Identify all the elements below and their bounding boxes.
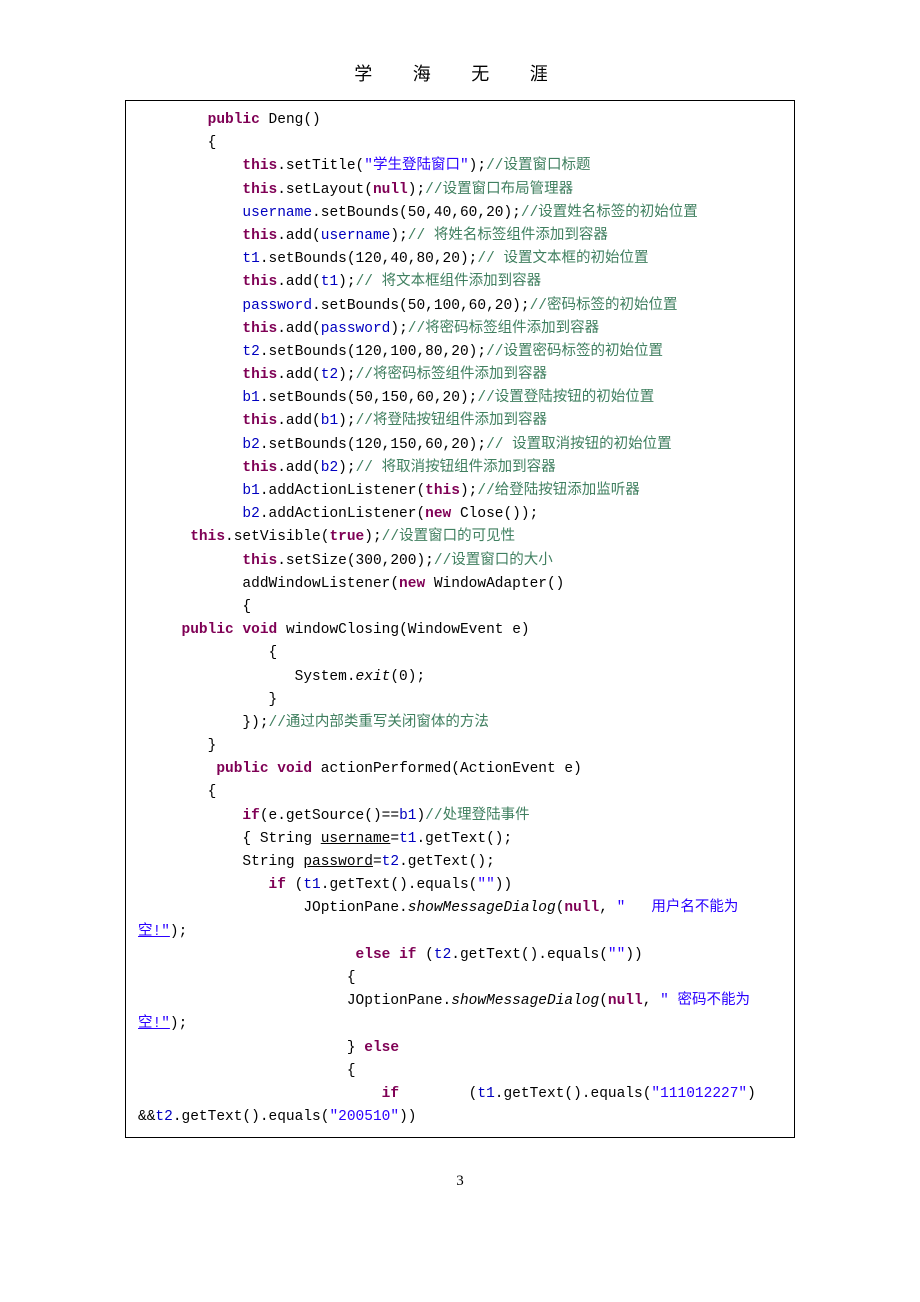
code-line: } bbox=[138, 692, 277, 708]
code-line: this.add(t2);//将密码标签组件添加到容器 bbox=[138, 367, 547, 383]
code-line: { bbox=[138, 1063, 356, 1079]
code-line: { bbox=[138, 599, 251, 615]
code-line: password.setBounds(50,100,60,20);//密码标签的… bbox=[138, 298, 678, 314]
code-line: b2.setBounds(120,150,60,20);// 设置取消按钮的初始… bbox=[138, 437, 672, 453]
code-line: });//通过内部类重写关闭窗体的方法 bbox=[138, 715, 489, 731]
code-line: this.add(password);//将密码标签组件添加到容器 bbox=[138, 321, 599, 337]
code-line: b2.addActionListener(new Close()); bbox=[138, 506, 538, 522]
code-line: addWindowListener(new WindowAdapter() bbox=[138, 576, 564, 592]
code-line: if (t1.getText().equals("")) bbox=[138, 877, 512, 893]
code-line: this.setVisible(true);//设置窗口的可见性 bbox=[138, 529, 515, 545]
code-line: this.setTitle("学生登陆窗口");//设置窗口标题 bbox=[138, 158, 590, 174]
page-header: 学 海 无 涯 bbox=[0, 60, 920, 86]
code-line: String password=t2.getText(); bbox=[138, 854, 495, 870]
code-line: } else bbox=[138, 1040, 399, 1056]
code-line: public Deng() bbox=[138, 112, 321, 128]
code-line: JOptionPane.showMessageDialog(null, " 用户… bbox=[138, 900, 738, 939]
code-line: this.add(username);// 将姓名标签组件添加到容器 bbox=[138, 228, 608, 244]
code-line: this.add(b2);// 将取消按钮组件添加到容器 bbox=[138, 460, 556, 476]
code-line: b1.setBounds(50,150,60,20);//设置登陆按钮的初始位置 bbox=[138, 390, 654, 406]
code-line: System.exit(0); bbox=[138, 669, 425, 685]
code-line: username.setBounds(50,40,60,20);//设置姓名标签… bbox=[138, 205, 698, 221]
code-line: public void windowClosing(WindowEvent e) bbox=[138, 622, 530, 638]
code-line: { bbox=[138, 645, 277, 661]
code-line: public void actionPerformed(ActionEvent … bbox=[138, 761, 582, 777]
code-line: if (t1.getText().equals("111012227") &&t… bbox=[138, 1086, 756, 1125]
code-line: t1.setBounds(120,40,80,20);// 设置文本框的初始位置 bbox=[138, 251, 648, 267]
code-line: else if (t2.getText().equals("")) bbox=[138, 947, 643, 963]
code-line: { bbox=[138, 970, 356, 986]
code-line: this.setSize(300,200);//设置窗口的大小 bbox=[138, 553, 553, 569]
code-line: this.add(b1);//将登陆按钮组件添加到容器 bbox=[138, 413, 547, 429]
code-block: public Deng() { this.setTitle("学生登陆窗口");… bbox=[125, 100, 795, 1138]
code-line: if(e.getSource()==b1)//处理登陆事件 bbox=[138, 808, 530, 824]
code-line: this.add(t1);// 将文本框组件添加到容器 bbox=[138, 274, 541, 290]
code-line: { bbox=[138, 784, 216, 800]
code-line: } bbox=[138, 738, 216, 754]
code-line: { bbox=[138, 135, 216, 151]
page: 学 海 无 涯 public Deng() { this.setTitle("学… bbox=[0, 0, 920, 1230]
code-line: this.setLayout(null);//设置窗口布局管理器 bbox=[138, 182, 573, 198]
page-number: 3 bbox=[0, 1173, 920, 1190]
code-line: { String username=t1.getText(); bbox=[138, 831, 512, 847]
code-line: t2.setBounds(120,100,80,20);//设置密码标签的初始位… bbox=[138, 344, 663, 360]
code-line: b1.addActionListener(this);//给登陆按钮添加监听器 bbox=[138, 483, 640, 499]
code-line: JOptionPane.showMessageDialog(null, " 密码… bbox=[138, 993, 750, 1032]
